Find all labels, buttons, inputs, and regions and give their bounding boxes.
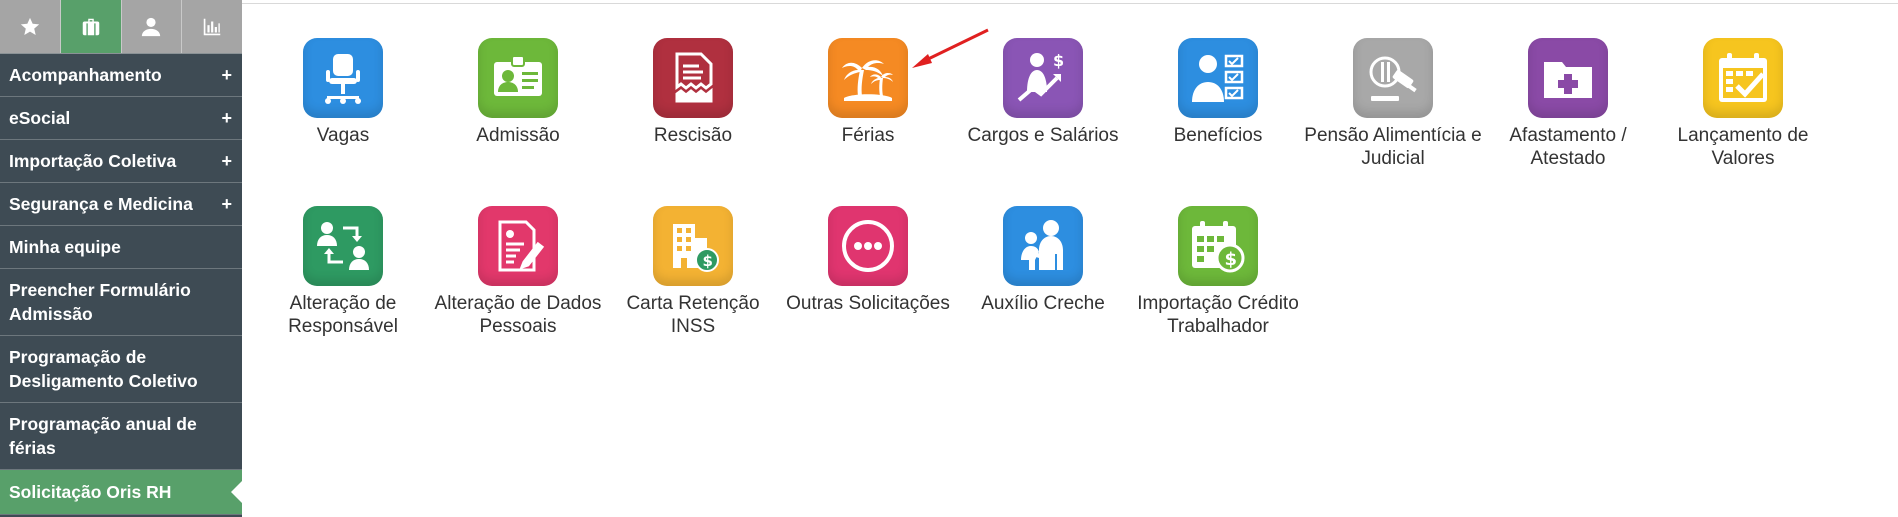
tile-icon-box[interactable] [478,38,558,118]
tile-carta-retencao[interactable]: $ Carta Retenção INSS [604,206,782,338]
tile-afastamento[interactable]: Afastamento / Atestado [1479,38,1657,170]
career-growth-icon: $ [1017,51,1064,102]
tile-label: Benefícios [1173,125,1263,146]
tile-icon-box[interactable] [828,38,908,118]
tile-label: Importação Crédito Trabalhador [1137,293,1299,337]
tile-label: Alteração de Dados Pessoais [434,293,602,337]
tile-label: Alteração de Responsável [288,293,398,337]
palm-tree-island-icon [842,60,893,101]
tile-label: Auxílio Creche [981,293,1105,314]
tile-icon-box[interactable] [303,38,383,118]
calendar-check-icon [1719,53,1767,102]
swap-people-icon [317,222,369,270]
tile-outras-solicitacoes[interactable]: Outras Solicitações [779,206,957,315]
tile-pensao[interactable]: Pensão Alimentícia e Judicial [1304,38,1482,170]
tile-icon-box[interactable] [478,206,558,286]
tile-label: Cargos e Salários [967,125,1119,146]
tile-label: Admissão [476,125,560,146]
tile-label: Carta Retenção INSS [626,293,760,337]
office-chair-icon [325,54,361,104]
person-checklist-icon [1192,54,1244,102]
tile-icon-box[interactable] [303,206,383,286]
edit-document-icon [498,220,545,272]
annotation-arrow-icon [912,28,989,68]
tile-label: Pensão Alimentícia e Judicial [1304,125,1482,169]
tile-icon-box[interactable] [1353,38,1433,118]
tile-alteracao-responsavel[interactable]: Alteração de Responsável [254,206,432,338]
tile-label: Lançamento de Valores [1677,125,1809,169]
tile-icon-box[interactable] [828,206,908,286]
tile-rescisao[interactable]: Rescisão [604,38,782,147]
tile-lancamento-valores[interactable]: Lançamento de Valores [1654,38,1832,170]
tile-icon-box[interactable]: $ [1178,206,1258,286]
tile-icon-box[interactable] [653,38,733,118]
childcare-icon [1021,220,1063,270]
tile-importacao-credito[interactable]: $ Importação Crédito Trabalhador [1129,206,1307,338]
tile-beneficios[interactable]: Benefícios [1129,38,1307,147]
tile-vagas[interactable]: Vagas [254,38,432,147]
tile-icon-box[interactable]: $ [1003,38,1083,118]
svg-text:$: $ [1053,51,1064,70]
tile-icon-box[interactable] [1703,38,1783,118]
tile-alteracao-dados[interactable]: Alteração de Dados Pessoais [429,206,607,338]
tile-label: Férias [841,125,895,146]
building-money-icon: $ [673,224,719,272]
tile-icon-box[interactable] [1003,206,1083,286]
tile-icon-box[interactable]: $ [653,206,733,286]
tile-icon-box[interactable] [1178,38,1258,118]
calendar-money-icon: $ [1192,221,1245,273]
tile-label: Afastamento / Atestado [1509,125,1627,169]
svg-text:$: $ [1225,249,1238,270]
tile-label: Outras Solicitações [786,293,950,314]
tile-icon-box[interactable] [1528,38,1608,118]
svg-text:$: $ [703,252,713,270]
tile-label: Rescisão [653,125,733,146]
torn-document-icon [675,52,713,103]
gavel-icon [1369,56,1417,101]
tile-auxilio-creche[interactable]: Auxílio Creche [954,206,1132,315]
medical-folder-icon [1544,62,1592,98]
more-dots-icon [842,220,894,272]
tile-label: Vagas [316,125,370,146]
id-badge-icon [494,55,542,96]
tile-admissao[interactable]: Admissão [429,38,607,147]
